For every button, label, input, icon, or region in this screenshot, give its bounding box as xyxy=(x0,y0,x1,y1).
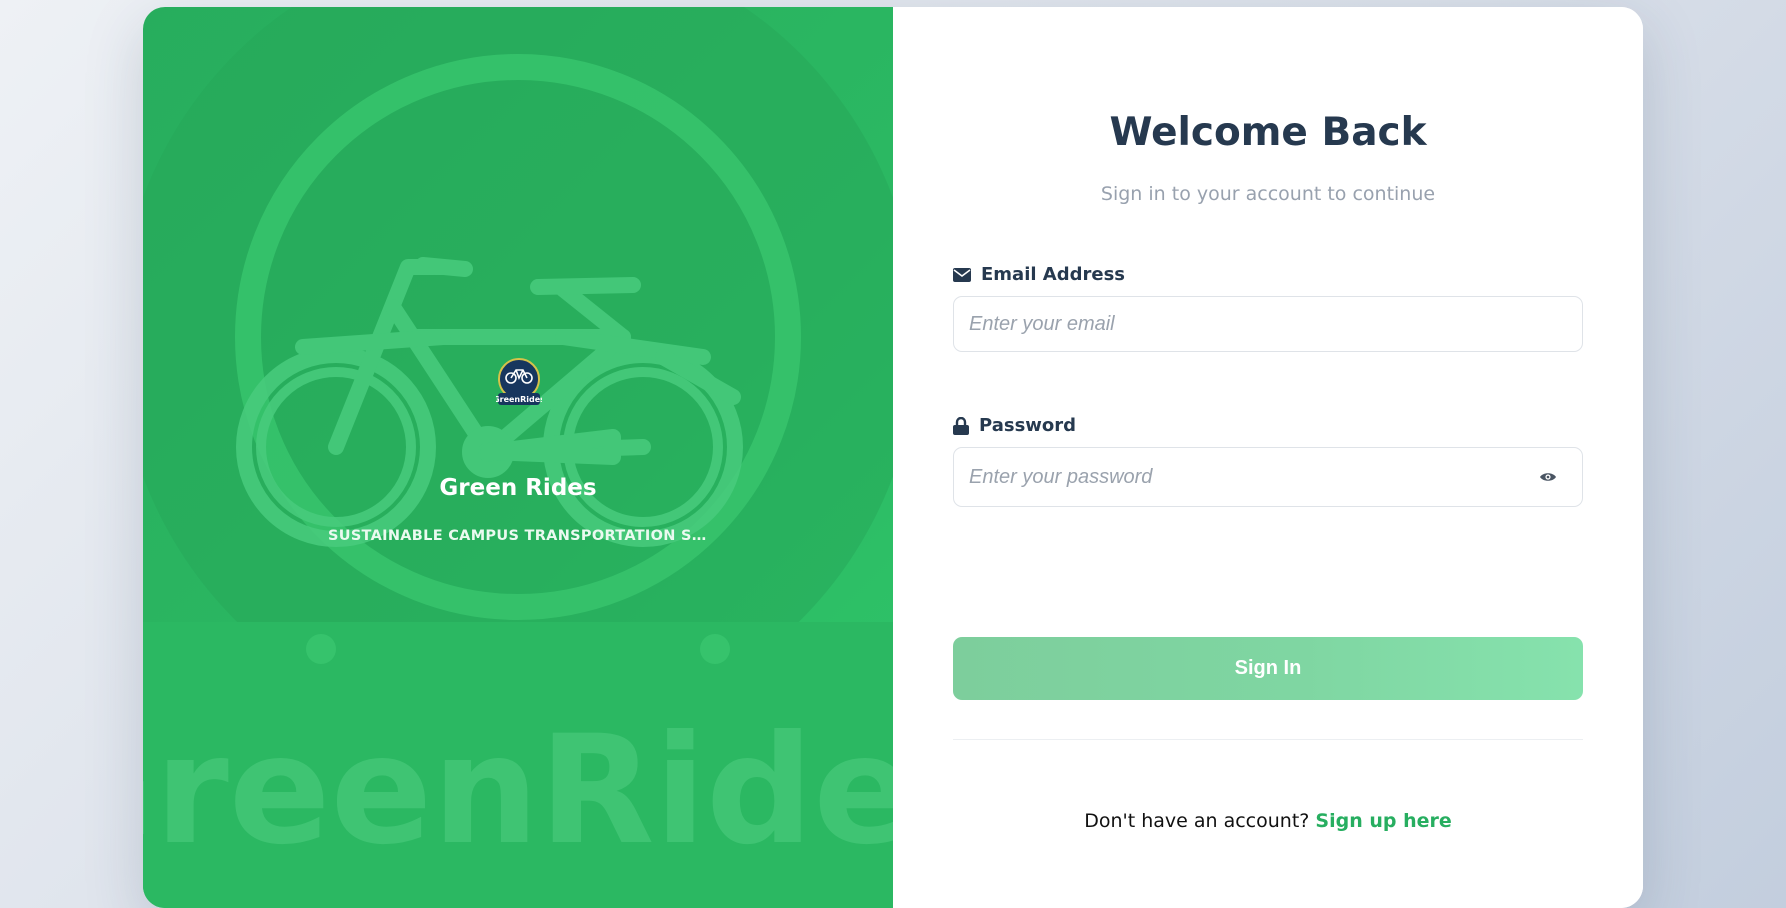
password-label-text: Password xyxy=(979,415,1077,436)
email-label-text: Email Address xyxy=(981,264,1126,285)
bicycle-watermark-illustration: GreenRides xyxy=(143,7,893,908)
brand-watermark-text: GreenRides xyxy=(143,704,893,878)
logo-badge-text: GreenRides xyxy=(496,395,542,404)
greenrides-logo: GreenRides xyxy=(496,358,542,405)
page-title: Welcome Back xyxy=(1109,110,1427,155)
envelope-icon xyxy=(953,267,971,282)
email-input[interactable] xyxy=(953,296,1583,352)
brand-name: Green Rides xyxy=(439,475,597,501)
password-input[interactable] xyxy=(953,447,1583,507)
brand-tagline: SUSTAINABLE CAMPUS TRANSPORTATION SOLUTI… xyxy=(328,528,708,544)
login-card: GreenRides GreenRides Green Rides SUSTAI… xyxy=(143,7,1643,908)
login-form-panel: Welcome Back Sign in to your account to … xyxy=(893,7,1643,908)
password-field-label: Password xyxy=(953,415,1076,436)
sign-in-button[interactable]: Sign In xyxy=(953,637,1583,700)
email-field-label: Email Address xyxy=(953,264,1125,285)
lock-icon xyxy=(953,416,969,435)
brand-panel: GreenRides GreenRides Green Rides SUSTAI… xyxy=(143,7,893,908)
page-subtitle: Sign in to your account to continue xyxy=(1100,183,1436,205)
sign-up-link[interactable]: Sign up here xyxy=(1315,810,1451,832)
divider xyxy=(953,739,1583,740)
signup-prompt-row: Don't have an account? Sign up here xyxy=(893,810,1643,832)
signup-prompt-text: Don't have an account? xyxy=(1084,810,1310,832)
eye-icon[interactable] xyxy=(1539,468,1557,486)
